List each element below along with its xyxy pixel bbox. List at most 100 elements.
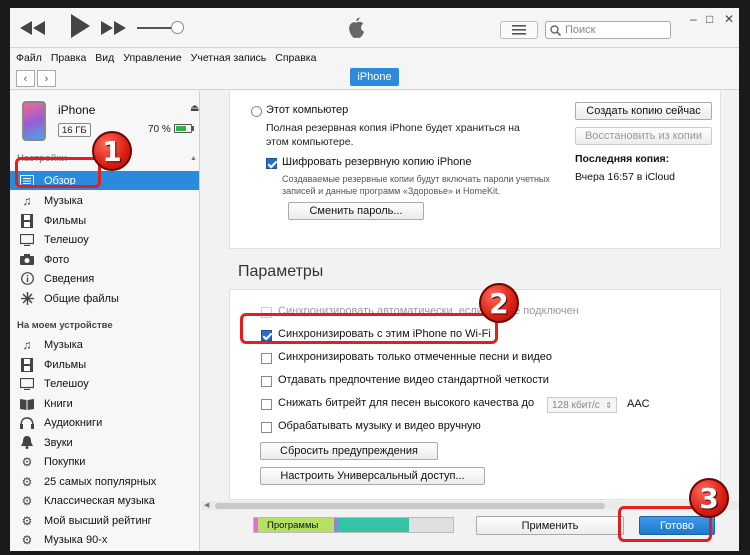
horizontal-scrollbar-thumb[interactable]: [215, 503, 605, 509]
sidebar-device-tvshows[interactable]: Телешоу: [10, 374, 199, 393]
sidebar-device-top25[interactable]: ⚙ 25 самых популярных: [10, 472, 199, 491]
manual-checkbox[interactable]: [261, 422, 272, 433]
sidebar-item-label: Книги: [44, 397, 73, 410]
list-view-icon[interactable]: [500, 21, 538, 39]
battery-icon: [174, 124, 192, 133]
checked-only-checkbox[interactable]: [261, 353, 272, 364]
maximize-button[interactable]: □: [706, 12, 713, 26]
back-button[interactable]: ‹: [16, 70, 35, 87]
sidebar-item-label: Классическая музыка: [44, 494, 155, 507]
change-password-button[interactable]: Сменить пароль...: [288, 202, 424, 220]
scroll-left-icon[interactable]: ◀: [204, 501, 209, 509]
play-icon[interactable]: [70, 14, 90, 38]
chevron-left-icon: ‹: [23, 72, 28, 85]
callout-highlight-wifi-sync: [240, 313, 498, 344]
sidebar-item-label: 25 самых популярных: [44, 475, 157, 488]
accessibility-button[interactable]: Настроить Универсальный доступ...: [260, 467, 485, 485]
sidebar-device-classical[interactable]: ⚙ Классическая музыка: [10, 491, 199, 510]
info-icon: [18, 271, 36, 286]
menu-view[interactable]: Вид: [95, 52, 114, 64]
callout-highlight-summary: [15, 157, 101, 188]
menu-edit[interactable]: Правка: [51, 52, 86, 64]
menu-controls[interactable]: Управление: [123, 52, 181, 64]
sidebar-item-tvshows[interactable]: Телешоу: [10, 230, 199, 249]
bell-icon: [18, 435, 36, 450]
sidebar-device-90s[interactable]: ⚙ Музыка 90-х: [10, 530, 199, 549]
menu-help[interactable]: Справка: [275, 52, 316, 64]
restore-backup-button[interactable]: Восстановить из копии: [575, 127, 712, 145]
search-input[interactable]: [565, 24, 665, 36]
encrypt-backup-description: Создаваемые резервные копии будут включа…: [282, 174, 550, 196]
apple-logo-icon: [346, 17, 366, 44]
this-computer-radio[interactable]: [251, 106, 262, 117]
film-icon: [18, 213, 36, 228]
reset-warnings-button[interactable]: Сбросить предупреждения: [260, 442, 438, 460]
sd-video-checkbox[interactable]: [261, 376, 272, 387]
iphone-device-icon: [22, 101, 46, 141]
sidebar-item-music[interactable]: ♫ Музыка: [10, 191, 199, 210]
sidebar-device-music[interactable]: ♫ Музыка: [10, 335, 199, 354]
search-box[interactable]: [545, 21, 671, 39]
scroll-up-icon[interactable]: ▲: [190, 155, 197, 162]
chevron-right-icon: ›: [44, 72, 49, 85]
battery-percent: 70 %: [148, 124, 171, 135]
eject-icon[interactable]: ⏏: [190, 103, 199, 114]
purchases-icon: ⚙: [21, 454, 33, 469]
rewind-icon[interactable]: [20, 18, 46, 38]
player-bar: – □ ✕: [10, 8, 739, 48]
menu-bar: Файл Правка Вид Управление Учетная запис…: [10, 49, 739, 67]
params-title: Параметры: [238, 263, 324, 280]
last-copy-value: Вчера 16:57 в iCloud: [575, 171, 676, 183]
sidebar-item-label: Покупки: [44, 455, 86, 468]
sidebar-item-label: Телешоу: [44, 233, 89, 246]
sidebar-item-label: Телешоу: [44, 377, 89, 390]
apply-button[interactable]: Применить: [476, 516, 624, 535]
sidebar-item-label: Музыка: [44, 338, 83, 351]
volume-knob[interactable]: [171, 21, 184, 34]
sidebar-device-sounds[interactable]: Звуки: [10, 433, 199, 452]
bitrate-checkbox[interactable]: [261, 399, 272, 410]
search-icon: [550, 24, 561, 36]
storage-bar[interactable]: Программы: [253, 517, 454, 533]
menu-file[interactable]: Файл: [16, 52, 42, 64]
sidebar-device-audiobooks[interactable]: Аудиокниги: [10, 413, 199, 432]
sidebar-item-label: Сведения: [44, 272, 95, 285]
encrypt-backup-label: Шифровать резервную копию iPhone: [282, 156, 472, 168]
backup-panel: Этот компьютер Полная резервная копия iP…: [229, 91, 721, 249]
sidebar-item-label: Звуки: [44, 436, 73, 449]
camera-icon: [18, 252, 36, 267]
sidebar-item-label: Мой высший рейтинг: [44, 514, 152, 527]
sidebar-item-info[interactable]: Сведения: [10, 269, 199, 288]
sidebar-item-shared-files[interactable]: Общие файлы: [10, 289, 199, 308]
sidebar-device-books[interactable]: Книги: [10, 394, 199, 413]
film-icon: [18, 357, 36, 372]
sidebar-device-top-rated[interactable]: ⚙ Мой высший рейтинг: [10, 511, 199, 530]
battery-tip: [192, 126, 194, 131]
forward-button[interactable]: ›: [37, 70, 56, 87]
sidebar-item-photos[interactable]: Фото: [10, 250, 199, 269]
sidebar-item-label: Фильмы: [44, 358, 87, 371]
sidebar-device-movies[interactable]: Фильмы: [10, 355, 199, 374]
gear-icon: ⚙: [21, 474, 33, 489]
backup-now-button[interactable]: Создать копию сейчас: [575, 102, 712, 120]
sidebar-item-movies[interactable]: Фильмы: [10, 211, 199, 230]
checked-only-label: Синхронизировать только отмеченные песни…: [278, 351, 553, 363]
close-button[interactable]: ✕: [724, 12, 734, 26]
gear-icon: ⚙: [21, 532, 33, 547]
gear-icon: ⚙: [21, 513, 33, 528]
chevron-updown-icon: ⇕: [605, 400, 612, 410]
menu-account[interactable]: Учетная запись: [191, 52, 267, 64]
section-label-on-device: На моем устройстве: [17, 320, 113, 331]
sidebar-device-purchases[interactable]: ⚙ Покупки: [10, 452, 199, 471]
device-tab-iphone[interactable]: iPhone: [350, 68, 399, 86]
gear-icon: ⚙: [21, 493, 33, 508]
callout-number-3: 3: [689, 478, 729, 518]
encrypt-backup-checkbox[interactable]: [266, 158, 277, 169]
nav-row: ‹ › iPhone: [10, 68, 739, 90]
fast-forward-icon[interactable]: [100, 18, 126, 38]
tv-icon: [18, 232, 36, 247]
minimize-button[interactable]: –: [690, 12, 697, 26]
book-icon: [18, 396, 36, 411]
bitrate-select[interactable]: 128 кбит/с ⇕: [547, 397, 617, 413]
storage-segment: [409, 518, 453, 532]
